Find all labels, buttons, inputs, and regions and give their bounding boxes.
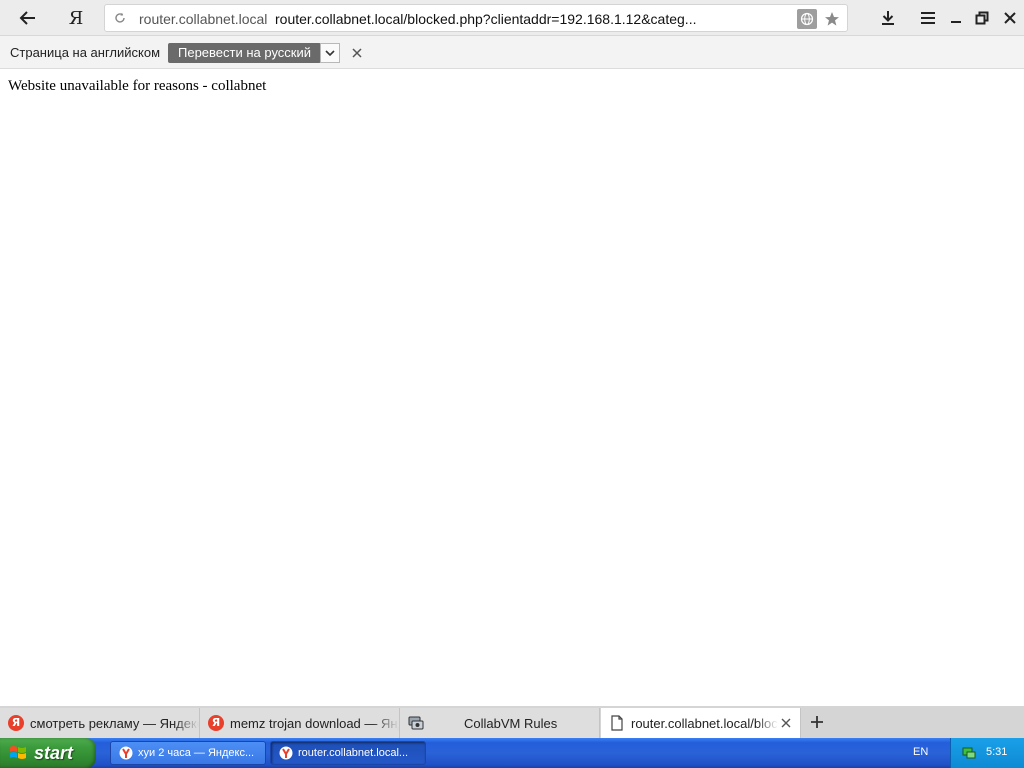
translate-source-language: Страница на английском xyxy=(10,45,161,60)
yandex-home-button[interactable]: Я xyxy=(60,4,92,32)
hamburger-menu-icon xyxy=(921,12,935,24)
system-tray: 5:31 xyxy=(950,738,1024,768)
start-label: start xyxy=(34,742,74,763)
back-arrow-icon xyxy=(19,11,35,25)
downloads-button[interactable] xyxy=(872,4,904,32)
blocked-message: Website unavailable for reasons - collab… xyxy=(8,78,267,94)
translate-bar: Страница на английском Перевести на русс… xyxy=(0,36,1024,69)
tab-title: CollabVM Rules xyxy=(464,715,558,731)
taskbar: start хуи 2 часа — Яндекс... router.coll… xyxy=(0,738,1024,768)
download-icon xyxy=(882,11,894,25)
minimize-icon xyxy=(951,21,961,23)
address-host: router.collabnet.local xyxy=(139,11,268,27)
address-url[interactable]: router.collabnet.local/blocked.php?clien… xyxy=(275,11,775,27)
tab-memz-search[interactable]: Я memz trojan download — Яндекс xyxy=(200,708,400,738)
start-button[interactable]: start xyxy=(0,738,96,768)
back-button[interactable] xyxy=(12,4,44,32)
tab-router-blocked[interactable]: router.collabnet.local/blocked xyxy=(601,708,801,738)
taskbar-item-title: router.collabnet.local... xyxy=(298,747,409,759)
collabvm-icon xyxy=(408,715,424,731)
taskbar-item-title: хуи 2 часа — Яндекс... xyxy=(138,747,255,759)
plus-icon xyxy=(811,716,823,728)
page-icon xyxy=(609,715,625,731)
close-icon xyxy=(1004,12,1016,24)
bookmark-star-icon[interactable] xyxy=(821,8,843,30)
network-icon[interactable] xyxy=(961,745,977,761)
taskbar-item-router-blocked[interactable]: router.collabnet.local... xyxy=(270,741,426,765)
translate-globe-icon[interactable] xyxy=(797,9,817,29)
yandex-browser-icon xyxy=(279,746,293,760)
tab-title: router.collabnet.local/blocked xyxy=(631,715,778,731)
translate-button[interactable]: Перевести на русский xyxy=(168,43,322,63)
taskbar-item-yandex-search[interactable]: хуи 2 часа — Яндекс... xyxy=(110,741,266,765)
close-window-button[interactable] xyxy=(994,4,1024,32)
address-bar[interactable]: router.collabnet.local router.collabnet.… xyxy=(104,4,848,32)
page-content: Website unavailable for reasons - collab… xyxy=(0,70,1024,706)
tab-search-ads[interactable]: Я смотреть рекламу — Яндекс xyxy=(0,708,200,738)
yandex-icon: Я xyxy=(208,715,224,731)
tab-title: memz trojan download — Яндекс xyxy=(230,715,399,731)
browser-toolbar: Я router.collabnet.local router.collabne… xyxy=(0,0,1024,36)
tab-close-icon[interactable] xyxy=(778,715,794,731)
translate-options-dropdown[interactable] xyxy=(320,43,340,63)
clock: 5:31 xyxy=(986,746,1008,758)
yandex-browser-icon xyxy=(119,746,133,760)
tab-collabvm-rules[interactable]: CollabVM Rules xyxy=(400,708,600,738)
reload-icon[interactable] xyxy=(111,9,129,27)
new-tab-button[interactable] xyxy=(804,706,830,738)
tab-strip: Я смотреть рекламу — Яндекс Я memz troja… xyxy=(0,706,1024,738)
restore-icon xyxy=(975,11,989,25)
language-indicator[interactable]: EN xyxy=(913,746,928,758)
windows-flag-icon xyxy=(10,746,26,759)
yandex-logo-icon: Я xyxy=(68,7,84,29)
translate-close-button[interactable] xyxy=(348,43,366,63)
close-icon xyxy=(352,48,362,58)
tab-title: смотреть рекламу — Яндекс xyxy=(30,715,199,731)
chevron-down-icon xyxy=(325,50,335,57)
yandex-icon: Я xyxy=(8,715,24,731)
